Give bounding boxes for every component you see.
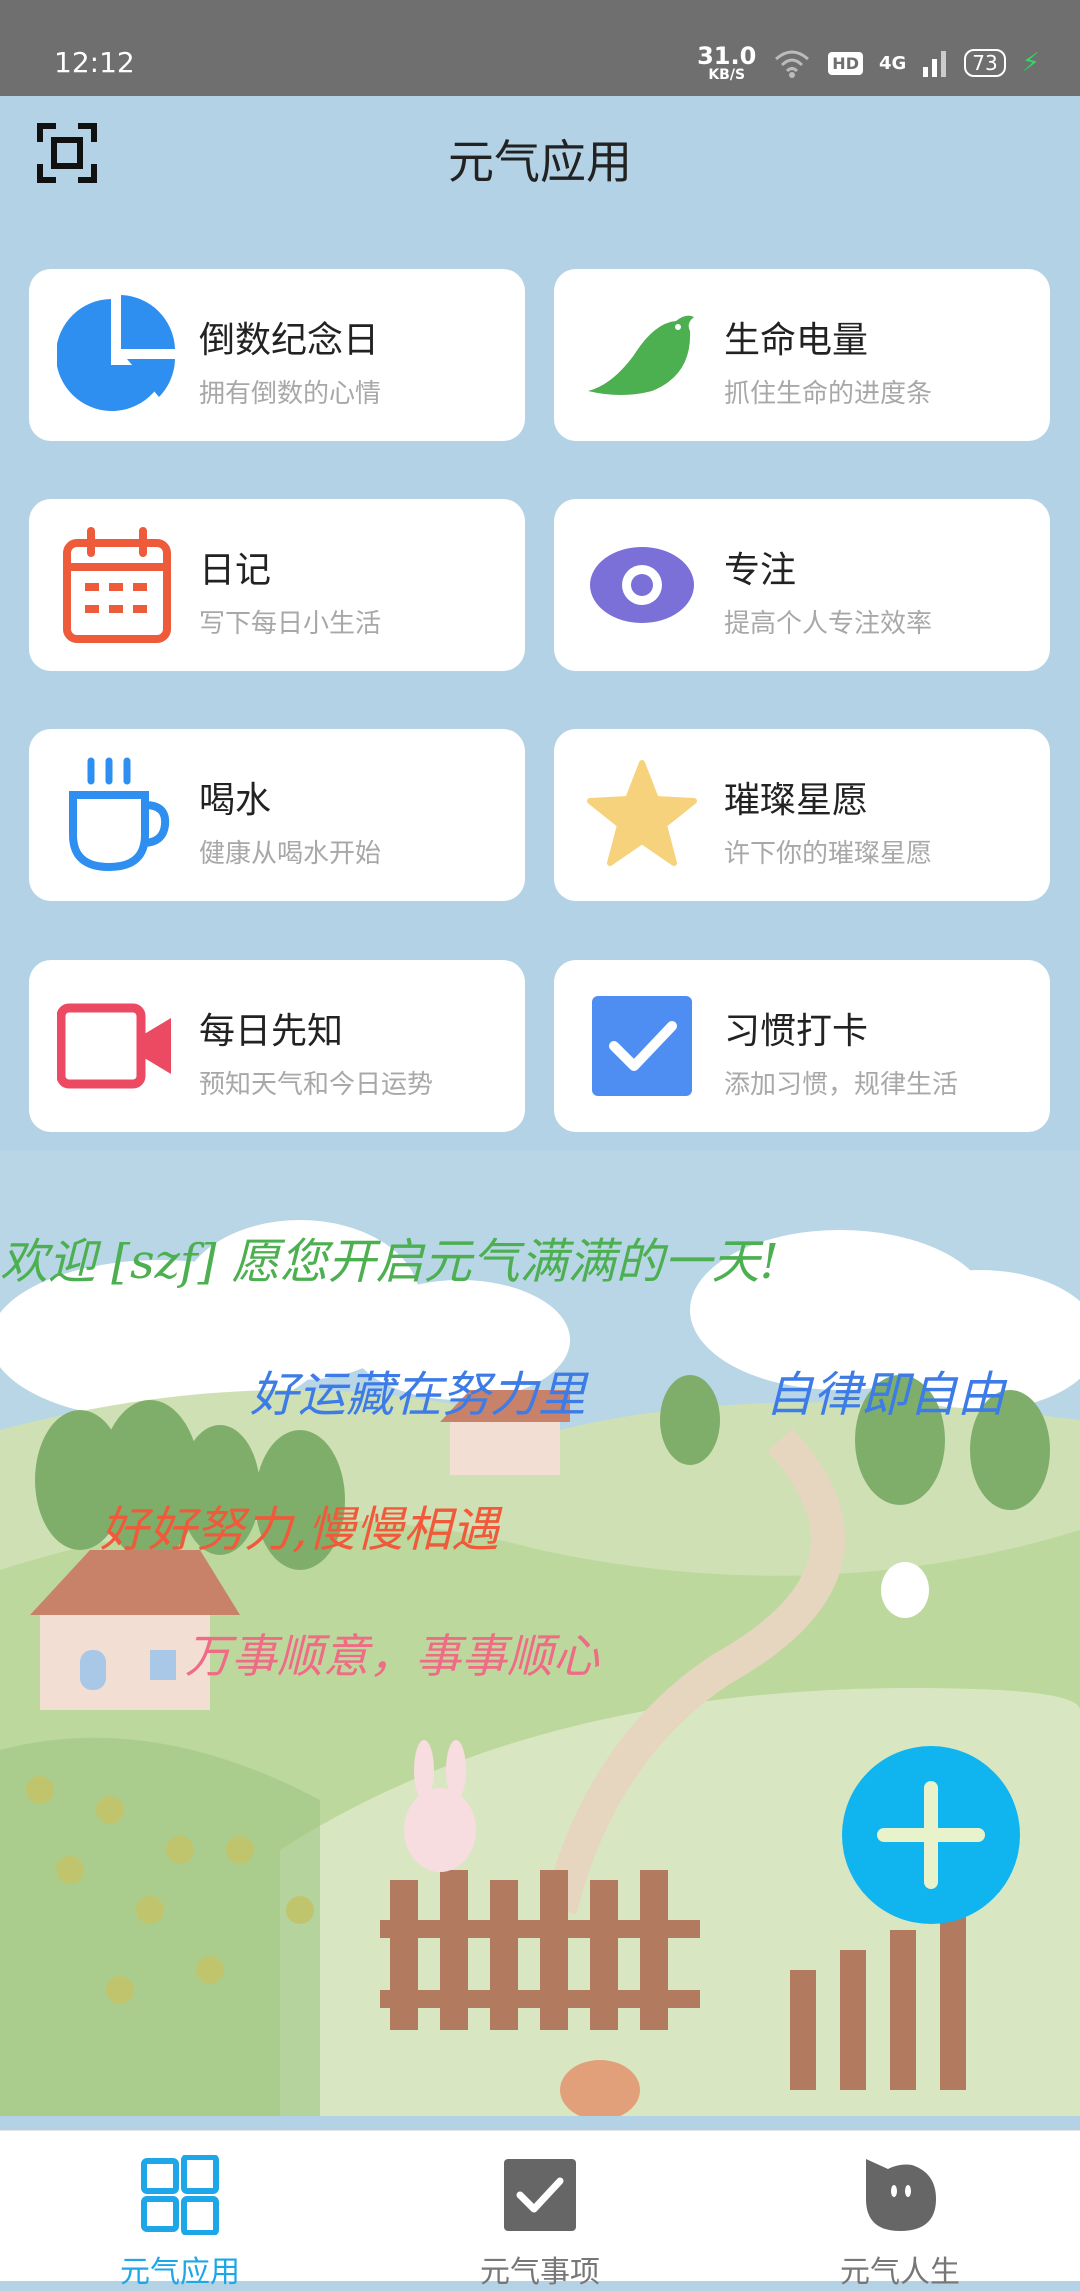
card-diary[interactable]: 日记 写下每日小生活 (29, 499, 525, 671)
slogan-luck: 好运藏在努力里 (250, 1367, 587, 1423)
card-title: 喝水 (199, 780, 272, 821)
welcome-message: 欢迎 [szf] 愿您开启元气满满的一天! (0, 1234, 779, 1290)
app-bar: 元气应用 (0, 96, 1080, 216)
grid-icon (141, 2155, 219, 2235)
card-daily-forecast[interactable]: 每日先知 预知天气和今日运势 (29, 960, 525, 1132)
wifi-icon (775, 50, 810, 78)
slogan-wish: 万事顺意，事事顺心 (185, 1629, 599, 1683)
card-subtitle: 添加习惯，规律生活 (724, 1070, 959, 1100)
card-drink-water[interactable]: 喝水 健康从喝水开始 (29, 729, 525, 901)
checkbox-icon (504, 2159, 576, 2231)
video-camera-icon (57, 1003, 171, 1089)
nav-item-tasks[interactable]: 元气事项 (360, 2141, 720, 2290)
nav-label: 元气应用 (120, 2255, 240, 2290)
card-subtitle: 健康从喝水开始 (199, 839, 382, 869)
network-speed-value: 31.0 (697, 42, 757, 70)
card-subtitle: 提高个人专注效率 (724, 609, 933, 639)
status-icons: 31.0 KB/S HD 4G 73 ⚡ (697, 44, 1040, 82)
nav-label: 元气事项 (480, 2255, 600, 2290)
bird-icon (588, 315, 694, 395)
nav-item-life[interactable]: 元气人生 (720, 2141, 1080, 2290)
card-subtitle: 拥有倒数的心情 (199, 379, 382, 409)
card-title: 专注 (724, 550, 797, 591)
slogan-discipline: 自律即自由 (765, 1367, 1006, 1423)
card-title: 璀璨星愿 (724, 780, 869, 821)
card-title: 习惯打卡 (724, 1011, 869, 1052)
checkbox-icon (592, 996, 692, 1096)
cup-icon (69, 757, 170, 872)
plus-icon (877, 1781, 985, 1889)
card-focus[interactable]: 专注 提高个人专注效率 (554, 499, 1050, 671)
face-icon (866, 2159, 936, 2231)
card-title: 生命电量 (724, 320, 869, 361)
status-bar: 12:12 31.0 KB/S HD 4G 73 ⚡ (0, 0, 1080, 96)
nav-item-apps[interactable]: 元气应用 (0, 2141, 360, 2290)
pie-chart-icon (57, 295, 175, 411)
card-title: 倒数纪念日 (199, 320, 380, 361)
card-life-battery[interactable]: 生命电量 抓住生命的进度条 (554, 269, 1050, 441)
network-type: 4G (878, 52, 907, 74)
bottom-navigation: 元气应用 元气事项 元气人生 (0, 2130, 1080, 2290)
network-speed: 31.0 KB/S (697, 44, 756, 82)
battery-level: 73 (964, 49, 1006, 77)
eye-icon (590, 547, 694, 623)
card-subtitle: 预知天气和今日运势 (199, 1070, 434, 1100)
slogan-effort: 好好努力,慢慢相遇 (100, 1502, 500, 1558)
card-title: 日记 (199, 550, 272, 591)
card-subtitle: 写下每日小生活 (199, 609, 382, 639)
charging-icon: ⚡ (1021, 48, 1040, 78)
page-title: 元气应用 (448, 135, 632, 189)
add-button[interactable] (842, 1746, 1020, 1924)
card-subtitle: 抓住生命的进度条 (724, 379, 933, 409)
calendar-icon (63, 527, 171, 643)
star-icon (587, 760, 697, 866)
card-countdown[interactable]: 倒数纪念日 拥有倒数的心情 (29, 269, 525, 441)
status-time: 12:12 (54, 46, 135, 79)
signal-icon (923, 51, 947, 77)
nav-label: 元气人生 (840, 2255, 960, 2290)
card-star-wish[interactable]: 璀璨星愿 许下你的璀璨星愿 (554, 729, 1050, 901)
card-title: 每日先知 (199, 1011, 344, 1052)
hd-badge: HD (828, 51, 863, 75)
card-subtitle: 许下你的璀璨星愿 (724, 839, 933, 869)
network-speed-unit: KB/S (708, 67, 746, 83)
card-habit-checkin[interactable]: 习惯打卡 添加习惯，规律生活 (554, 960, 1050, 1132)
